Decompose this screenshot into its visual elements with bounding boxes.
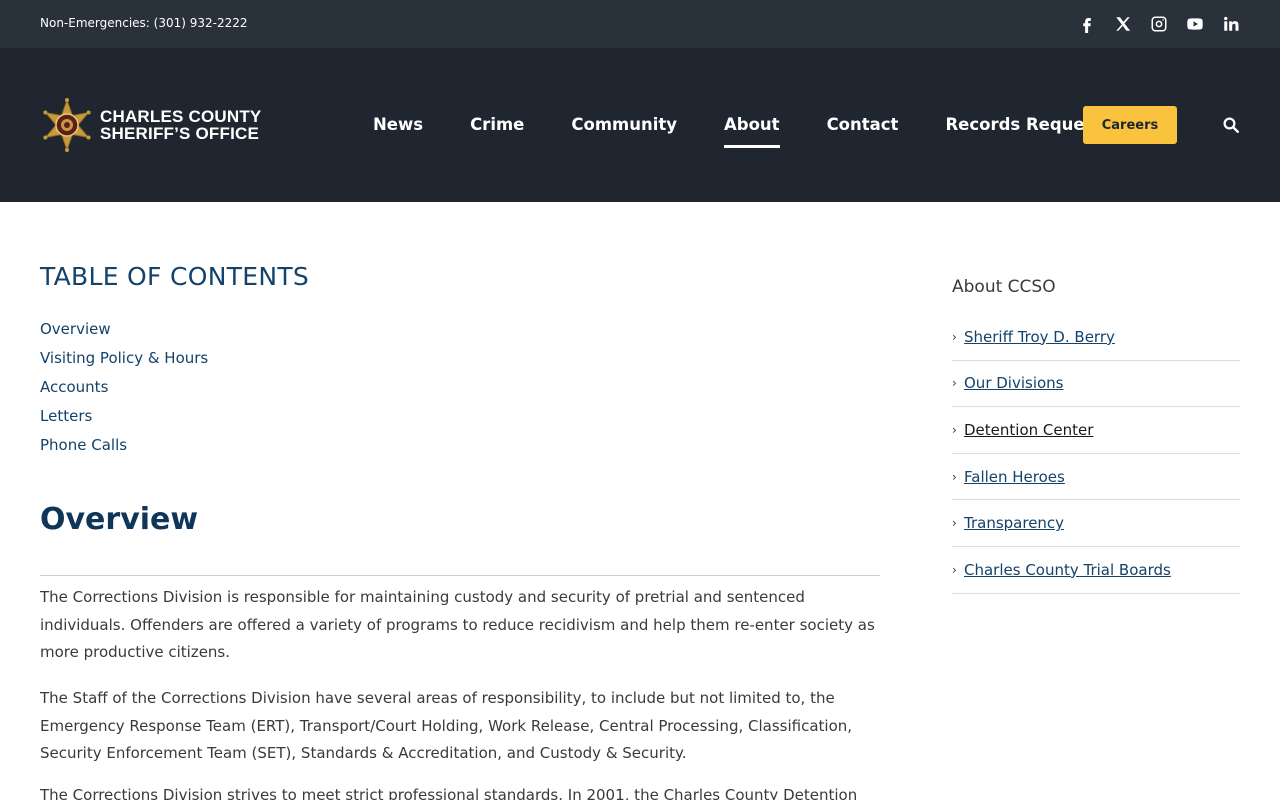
sidebar-item-divisions[interactable]: › Our Divisions — [952, 361, 1240, 408]
paragraph-2: The Staff of the Corrections Division ha… — [40, 689, 853, 762]
toc-link-phone-calls[interactable]: Phone Calls — [40, 436, 127, 454]
nav-community[interactable]: Community — [571, 106, 677, 146]
logo-line-2: SHERIFF’S OFFICE — [100, 124, 260, 143]
careers-button[interactable]: Careers — [1083, 106, 1177, 144]
top-bar: Non-Emergencies: (301) 932-2222 — [0, 0, 1280, 48]
sidebar-item-label[interactable]: Charles County Trial Boards — [964, 561, 1171, 579]
sidebar-item-label[interactable]: Detention Center — [964, 421, 1093, 439]
logo-line-1: CHARLES COUNTY — [100, 107, 262, 126]
sidebar-menu: › Sheriff Troy D. Berry › Our Divisions … — [952, 314, 1240, 594]
sidebar-item-label[interactable]: Sheriff Troy D. Berry — [964, 328, 1115, 346]
sidebar-item-sheriff[interactable]: › Sheriff Troy D. Berry — [952, 314, 1240, 361]
nav-crime[interactable]: Crime — [470, 106, 524, 146]
chevron-right-icon: › — [952, 329, 957, 344]
instagram-icon[interactable] — [1150, 13, 1168, 35]
search-icon[interactable] — [1222, 116, 1242, 136]
toc-title: TABLE OF CONTENTS — [40, 262, 310, 291]
sidebar-item-trial-boards[interactable]: › Charles County Trial Boards — [952, 547, 1240, 594]
chevron-right-icon: › — [952, 516, 957, 531]
toc-link-overview[interactable]: Overview — [40, 320, 111, 338]
chevron-right-icon: › — [952, 376, 957, 391]
nav-news[interactable]: News — [373, 106, 423, 146]
facebook-icon[interactable] — [1078, 13, 1096, 35]
toc-link-letters[interactable]: Letters — [40, 407, 92, 425]
chevron-right-icon: › — [952, 422, 957, 437]
sidebar-item-label[interactable]: Our Divisions — [964, 374, 1064, 392]
sidebar-item-label[interactable]: Fallen Heroes — [964, 468, 1065, 486]
logo-text: CHARLES COUNTY SHERIFF’S OFFICE — [100, 108, 261, 142]
nav-contact[interactable]: Contact — [827, 106, 899, 146]
site-logo[interactable]: CHARLES COUNTY SHERIFF’S OFFICE — [40, 98, 261, 152]
social-links — [1078, 13, 1240, 35]
x-icon[interactable] — [1114, 13, 1132, 35]
paragraph-1: The Corrections Division is responsible … — [40, 588, 875, 661]
section-divider — [40, 575, 880, 576]
section-heading-overview: Overview — [40, 502, 199, 537]
linkedin-icon[interactable] — [1222, 13, 1240, 35]
sidebar-title: About CCSO — [952, 277, 1056, 297]
main-nav: News Crime Community About Contact Recor… — [373, 106, 1159, 148]
sidebar-item-fallen-heroes[interactable]: › Fallen Heroes — [952, 454, 1240, 501]
sheriff-star-icon — [43, 98, 91, 152]
sidebar-item-label[interactable]: Transparency — [964, 514, 1064, 532]
toc-link-accounts[interactable]: Accounts — [40, 378, 108, 396]
site-header: CHARLES COUNTY SHERIFF’S OFFICE News Cri… — [0, 48, 1280, 202]
youtube-icon[interactable] — [1186, 13, 1204, 35]
chevron-right-icon: › — [952, 562, 957, 577]
chevron-right-icon: › — [952, 469, 957, 484]
paragraph-3: The Corrections Division strives to meet… — [40, 786, 858, 800]
nav-about[interactable]: About — [724, 106, 780, 148]
sidebar-item-transparency[interactable]: › Transparency — [952, 500, 1240, 547]
sidebar-item-detention-center[interactable]: › Detention Center — [952, 407, 1240, 454]
toc-list: Overview Visiting Policy & Hours Account… — [40, 320, 208, 465]
non-emergency-phone[interactable]: Non-Emergencies: (301) 932-2222 — [40, 16, 248, 30]
toc-link-visiting[interactable]: Visiting Policy & Hours — [40, 349, 208, 367]
